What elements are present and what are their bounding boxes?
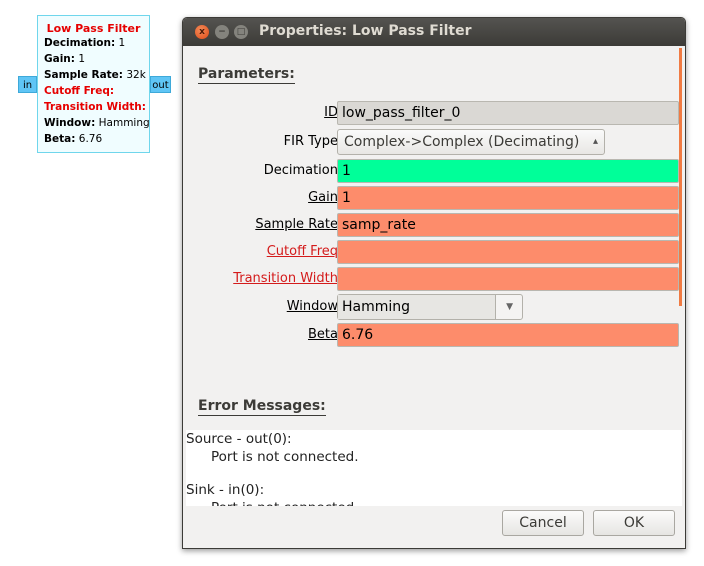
block-param-line: Window: Hamming: [38, 115, 150, 131]
fir-type-select[interactable]: Complex->Complex (Decimating) ▴▾: [337, 129, 605, 171]
maximize-window-icon[interactable]: □: [234, 25, 248, 39]
block-title: Low Pass Filter: [46, 22, 141, 35]
block-param-key: Window:: [44, 117, 96, 129]
block-param-value: Hamming: [95, 117, 150, 129]
beta-label: Beta: [308, 327, 338, 342]
decimation-label: Decimation: [263, 163, 338, 178]
cutoff-freq-label: Cutoff Freq: [266, 244, 338, 259]
low-pass-filter-block[interactable]: Low Pass Filter Decimation: 1 Gain: 1 Samp…: [37, 15, 150, 153]
id-field[interactable]: low_pass_filter_0: [337, 101, 679, 125]
block-param-line: Decimation: 1: [38, 35, 149, 51]
cutoff-freq-field[interactable]: [337, 240, 679, 264]
block-param-value: 1: [115, 37, 126, 49]
sample-rate-label: Sample Rate: [255, 217, 338, 232]
error-messages-heading: Error Messages:: [198, 398, 326, 416]
block-param-key: Sample Rate:: [44, 69, 123, 81]
transition-width-label: Transition Width: [233, 271, 338, 286]
gain-label: Gain: [308, 190, 338, 205]
block-param-line: Beta: 6.76: [38, 131, 149, 147]
block-param-line: Sample Rate: 32k: [38, 67, 149, 83]
block-param-key: Gain:: [44, 53, 75, 65]
block-param-key: Cutoff Freq:: [44, 85, 115, 97]
params-scrollbar[interactable]: [679, 48, 682, 306]
block-param-key: Beta:: [44, 133, 76, 145]
gain-field[interactable]: 1: [337, 186, 679, 210]
parameters-heading: Parameters:: [198, 66, 295, 84]
sample-rate-field[interactable]: samp_rate: [337, 213, 679, 237]
ok-button[interactable]: OK: [593, 510, 675, 536]
block-param-value: 1: [74, 53, 86, 65]
window-label: Window: [286, 299, 338, 314]
id-label: ID: [324, 105, 338, 120]
block-input-port[interactable]: in: [18, 76, 37, 93]
cancel-button[interactable]: Cancel: [502, 510, 584, 536]
error-message: Port is not connected.: [211, 449, 359, 465]
block-param-value: 6.76: [75, 133, 103, 145]
block-param-line: Transition Width:: [38, 99, 149, 115]
error-source: Source - out(0):: [186, 431, 292, 447]
window-value: Hamming: [338, 295, 496, 319]
beta-field[interactable]: 6.76: [337, 323, 679, 347]
properties-dialog: x − □ Properties: Low Pass Filter Parame…: [182, 17, 686, 549]
minimize-window-icon[interactable]: −: [215, 25, 229, 39]
window-select[interactable]: Hamming ▼: [337, 294, 523, 320]
dropdown-arrow-icon: ▼: [506, 302, 513, 312]
block-param-key: Decimation:: [44, 37, 116, 49]
error-source: Sink - in(0):: [186, 482, 265, 498]
fir-type-label: FIR Type: [283, 134, 338, 149]
decimation-field[interactable]: 1: [337, 159, 679, 183]
fir-type-value: Complex->Complex (Decimating): [344, 134, 580, 150]
block-output-port[interactable]: out: [150, 76, 171, 93]
dialog-footer: Cancel OK: [183, 506, 685, 548]
block-param-value: 32k: [123, 69, 146, 81]
block-param-line: Gain: 1: [38, 51, 149, 67]
block-param-key: Transition Width:: [44, 101, 146, 113]
dialog-title: Properties: Low Pass Filter: [259, 23, 472, 39]
block-param-line: Cutoff Freq:: [38, 83, 149, 99]
dialog-titlebar[interactable]: x − □ Properties: Low Pass Filter: [183, 18, 685, 46]
close-window-icon[interactable]: x: [195, 25, 209, 39]
error-messages-area[interactable]: Source - out(0): Port is not connected. …: [186, 430, 682, 508]
transition-width-field[interactable]: [337, 267, 679, 291]
